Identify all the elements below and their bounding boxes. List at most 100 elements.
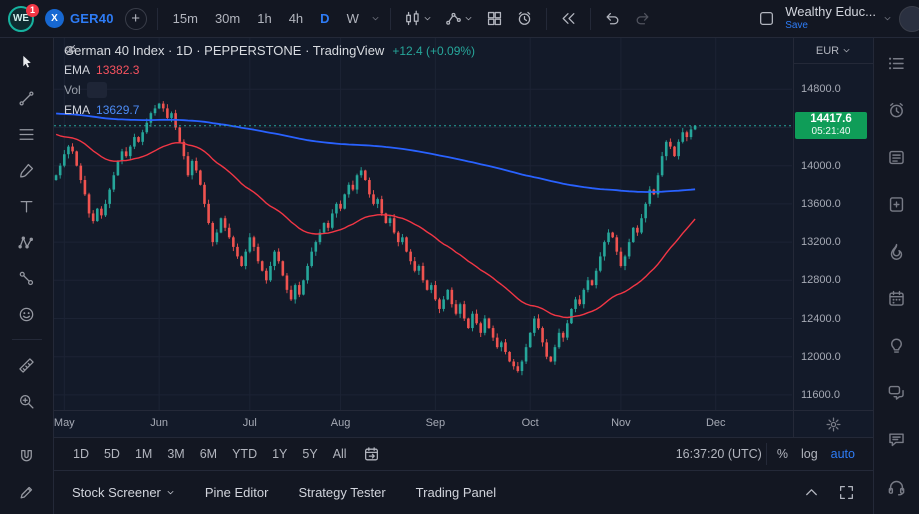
alert-button[interactable] xyxy=(513,8,536,29)
help-button[interactable] xyxy=(882,471,912,501)
layout-grid-button[interactable] xyxy=(483,8,506,29)
hotlists-button[interactable] xyxy=(882,236,912,266)
chart-column: German 40 Index · 1D · PEPPERSTONE · Tra… xyxy=(54,38,873,514)
chart-pane[interactable]: German 40 Index · 1D · PEPPERSTONE · Tra… xyxy=(54,38,793,410)
timeframe-15m[interactable]: 15m xyxy=(168,8,203,29)
layout-square-icon xyxy=(760,12,774,25)
gear-icon xyxy=(826,416,841,432)
last-price-badge[interactable]: 14417.6 05:21:40 xyxy=(795,111,867,139)
xabcd-pattern-tool-button[interactable] xyxy=(10,228,44,256)
undo-button[interactable] xyxy=(601,8,624,29)
chats-button[interactable] xyxy=(882,377,912,407)
range-1m[interactable]: 1M xyxy=(128,444,159,464)
range-5y[interactable]: 5Y xyxy=(295,444,324,464)
magnifier-icon xyxy=(20,394,34,409)
ema-1-label[interactable]: EMA xyxy=(64,63,90,77)
edit-drawings-button[interactable] xyxy=(10,478,44,506)
panel-expand-button[interactable] xyxy=(803,484,820,501)
undo-arrow-icon xyxy=(606,12,619,25)
brush-tool-button[interactable] xyxy=(10,156,44,184)
range-5d[interactable]: 5D xyxy=(97,444,127,464)
redo-button[interactable] xyxy=(631,8,654,29)
trend-line-tool-button[interactable] xyxy=(10,84,44,112)
compare-add-symbol-button[interactable]: + xyxy=(124,7,147,30)
price-axis-label: 12000.0 xyxy=(801,350,841,363)
ideas-button[interactable] xyxy=(882,330,912,360)
ema-2-label[interactable]: EMA xyxy=(64,103,90,117)
notification-badge: 1 xyxy=(26,3,39,17)
drawing-toolbar xyxy=(0,38,54,514)
layout-name-block[interactable]: Wealthy Educ... Save xyxy=(785,4,876,32)
chevron-down-icon xyxy=(167,491,174,495)
range-ytd[interactable]: YTD xyxy=(225,444,264,464)
emoji-tool-button[interactable] xyxy=(10,300,44,328)
session-clock[interactable]: 16:37:20 (UTC) xyxy=(676,447,762,461)
data-window-button[interactable] xyxy=(882,189,912,219)
price-axis[interactable]: EUR 14417.6 05:21:40 14800.014400.014000… xyxy=(793,38,873,410)
legend-collapse-button[interactable] xyxy=(64,45,82,134)
volume-visibility-button[interactable] xyxy=(65,44,107,98)
timeframe-1h[interactable]: 1h xyxy=(252,8,276,29)
auto-scale-button[interactable]: auto xyxy=(825,444,861,464)
save-layout-link[interactable]: Save xyxy=(785,20,876,32)
timeframe-4h[interactable]: 4h xyxy=(284,8,308,29)
data-window-icon xyxy=(889,196,904,212)
news-button[interactable] xyxy=(882,142,912,172)
chart-title[interactable]: German 40 Index · 1D · PEPPERSTONE · Tra… xyxy=(64,43,384,58)
price-axis-label: 13200.0 xyxy=(801,236,841,249)
go-to-date-button[interactable] xyxy=(363,446,380,463)
timeframe-dropdown-chevron-icon[interactable] xyxy=(371,14,380,23)
layout-grid-icon xyxy=(487,11,501,26)
watchlist-button[interactable] xyxy=(882,48,912,78)
bar-replay-button[interactable] xyxy=(557,8,580,29)
chart-style-button[interactable] xyxy=(401,8,435,29)
timeframe-1w[interactable]: W xyxy=(342,8,364,29)
indicators-button[interactable] xyxy=(442,8,476,29)
calendar-goto-icon xyxy=(364,446,378,460)
currency-selector[interactable]: EUR xyxy=(794,38,873,64)
log-scale-button[interactable]: log xyxy=(795,444,824,464)
chevron-up-icon xyxy=(806,489,817,496)
measure-tool-button[interactable] xyxy=(10,351,44,379)
timeframe-30m[interactable]: 30m xyxy=(210,8,245,29)
magnet-tool-button[interactable] xyxy=(10,442,44,470)
chart-row: German 40 Index · 1D · PEPPERSTONE · Tra… xyxy=(54,38,873,410)
volume-label[interactable]: Vol xyxy=(64,83,81,97)
fib-retracement-tool-button[interactable] xyxy=(10,120,44,148)
range-1y[interactable]: 1Y xyxy=(265,444,294,464)
range-all[interactable]: All xyxy=(326,444,354,464)
zoom-in-tool-button[interactable] xyxy=(10,387,44,415)
range-3m[interactable]: 3M xyxy=(160,444,191,464)
panel-maximize-button[interactable] xyxy=(838,484,855,501)
toolbar-separator xyxy=(589,7,591,30)
user-avatar[interactable] xyxy=(899,5,919,32)
symbol-search-button[interactable]: X GER40 xyxy=(41,7,118,30)
timeframe-1d[interactable]: D xyxy=(315,8,334,29)
smiley-icon xyxy=(19,307,34,321)
tab-strategy-tester[interactable]: Strategy Tester xyxy=(298,485,385,500)
layout-dropdown-chevron-icon[interactable] xyxy=(883,14,892,23)
percent-scale-button[interactable]: % xyxy=(771,444,794,464)
text-tool-button[interactable] xyxy=(10,192,44,220)
range-6m[interactable]: 6M xyxy=(193,444,224,464)
tab-stock-screener[interactable]: Stock Screener xyxy=(72,485,175,500)
tab-label: Stock Screener xyxy=(72,485,161,500)
tab-trading-panel[interactable]: Trading Panel xyxy=(416,485,496,500)
indicators-icon xyxy=(446,12,461,25)
prediction-tool-button[interactable] xyxy=(10,264,44,292)
ema-line xyxy=(55,133,696,319)
app-logo[interactable]: WE 1 xyxy=(8,3,39,32)
time-axis[interactable]: May Jun Jul Aug Sep Oct Nov Dec xyxy=(54,411,793,437)
cursor-tool-button[interactable] xyxy=(10,48,44,76)
right-sidebar xyxy=(873,38,919,514)
tab-pine-editor[interactable]: Pine Editor xyxy=(205,485,269,500)
axis-settings-corner[interactable] xyxy=(793,411,873,437)
public-chat-button[interactable] xyxy=(882,424,912,454)
range-toolbar: 1D 5D 1M 3M 6M YTD 1Y 5Y All 16:37:20 (U… xyxy=(54,437,873,470)
time-axis-label: Jul xyxy=(242,417,257,429)
select-layout-button[interactable] xyxy=(755,8,778,29)
tradingview-app: WE 1 X GER40 + 15m 30m 1h 4h D W Wealthy… xyxy=(0,0,919,514)
calendar-button[interactable] xyxy=(882,283,912,313)
alerts-button[interactable] xyxy=(882,95,912,125)
range-1d[interactable]: 1D xyxy=(66,444,96,464)
